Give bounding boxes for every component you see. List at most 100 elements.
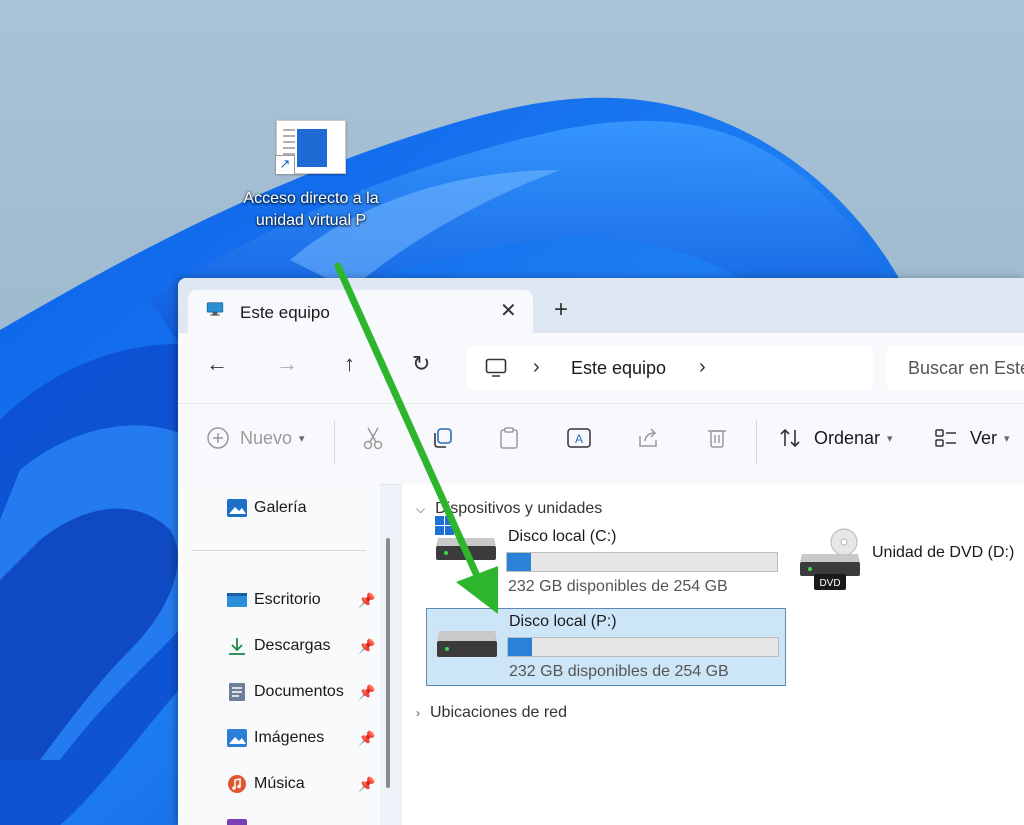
share-button[interactable] [636, 426, 660, 450]
search-placeholder: Buscar en Este equipo [908, 358, 1024, 378]
drive-free-space: 232 GB disponibles de 254 GB [509, 663, 729, 680]
sidebar-item-videos-partial[interactable] [226, 818, 254, 825]
new-button[interactable]: Nuevo ▾ [206, 426, 305, 450]
close-tab-icon[interactable]: ✕ [500, 298, 517, 323]
paste-button[interactable] [498, 426, 520, 450]
cut-button[interactable] [362, 426, 384, 450]
scissors-icon [363, 427, 383, 450]
sidebar-item-label: Documentos [254, 683, 344, 700]
copy-button[interactable] [430, 426, 454, 450]
group-header-network[interactable]: › Ubicaciones de red [416, 704, 567, 722]
drive-usage-fill [507, 553, 532, 571]
pin-icon[interactable]: 📌 [358, 730, 375, 747]
forward-button[interactable]: → [276, 351, 298, 377]
search-box[interactable]: Buscar en Este equipo [886, 346, 1024, 390]
breadcrumb-chevron-icon[interactable]: › [699, 356, 706, 379]
sort-button-label: Ordenar [814, 427, 881, 448]
command-bar: Nuevo ▾ A Ordenar ▾ Ver ▾ [178, 403, 1024, 485]
breadcrumb-este-equipo[interactable]: Este equipo [571, 358, 666, 379]
sidebar-item-galeria[interactable]: Galería [226, 498, 306, 518]
drive-free-space: 232 GB disponibles de 254 GB [508, 578, 728, 595]
chevron-down-icon: ▾ [1004, 432, 1010, 445]
tab-bar: Este equipo ✕ + [178, 278, 1024, 334]
download-icon [229, 638, 245, 655]
clipboard-icon [500, 427, 518, 449]
dvd-badge: DVD [819, 578, 840, 589]
drive-name: Unidad de DVD (D:) [872, 544, 1015, 561]
refresh-button[interactable]: ↻ [412, 351, 430, 377]
monitor-icon [485, 358, 507, 377]
up-button[interactable]: ↑ [344, 351, 355, 377]
address-bar[interactable]: › Este equipo › [467, 346, 873, 390]
share-icon [639, 428, 657, 447]
sidebar-item-documentos[interactable]: Documentos [226, 682, 344, 702]
sort-icon [780, 428, 800, 448]
drive-p[interactable]: Disco local (P:) 232 GB disponibles de 2… [426, 608, 786, 686]
chevron-down-icon: ▾ [299, 432, 305, 445]
drive-usage-fill [508, 638, 533, 656]
tab-este-equipo[interactable]: Este equipo ✕ [188, 290, 533, 334]
breadcrumb-chevron-icon[interactable]: › [533, 356, 540, 379]
delete-button[interactable] [706, 426, 728, 450]
virtual-drive-shortcut[interactable]: ↗ Acceso directo a la unidad virtual P [236, 120, 386, 232]
documents-icon [229, 683, 245, 701]
gallery-icon [227, 499, 247, 517]
new-button-label: Nuevo [240, 427, 293, 448]
shortcut-arrow-icon: ↗ [275, 155, 295, 175]
dvd-drive-icon: DVD [800, 528, 860, 590]
copy-icon [434, 428, 452, 448]
content-pane: ⌵ Dispositivos y unidades Disco local (C… [402, 484, 1024, 825]
this-pc-icon [206, 302, 224, 316]
chevron-down-icon: ⌵ [416, 501, 426, 516]
sidebar-item-imagenes[interactable]: Imágenes [226, 728, 324, 748]
desktop-icon [227, 593, 247, 607]
pin-icon[interactable]: 📌 [358, 592, 375, 609]
pin-icon[interactable]: 📌 [358, 684, 375, 701]
hard-drive-icon [437, 631, 497, 657]
plus-circle-icon [207, 427, 229, 449]
toolbar-divider [334, 420, 335, 464]
pin-icon[interactable]: 📌 [358, 638, 375, 655]
view-button[interactable]: Ver ▾ [934, 426, 1010, 450]
navigation-pane: Galería Escritorio 📌 Descargas 📌 Documen… [178, 484, 380, 825]
view-button-label: Ver [970, 427, 998, 448]
drive-usage-bar [506, 552, 778, 572]
shortcut-thumbnail-icon: ↗ [275, 120, 346, 175]
sidebar-item-label: Escritorio [254, 591, 321, 608]
drive-name: Disco local (C:) [508, 528, 617, 545]
new-tab-button[interactable]: + [554, 296, 568, 324]
music-icon [228, 775, 246, 793]
rename-icon: A [567, 428, 591, 448]
chevron-right-icon: › [416, 706, 420, 720]
drive-usage-bar [507, 637, 779, 657]
sidebar-item-label: Descargas [254, 637, 331, 654]
sidebar-item-label: Galería [254, 499, 307, 516]
sidebar-item-label: Música [254, 775, 305, 792]
group-header-label: Ubicaciones de red [430, 704, 567, 721]
sidebar-item-label: Imágenes [254, 729, 325, 746]
sidebar-item-descargas[interactable]: Descargas [226, 636, 330, 656]
pin-icon[interactable]: 📌 [358, 776, 375, 793]
pictures-icon [227, 729, 247, 747]
sidebar-item-escritorio[interactable]: Escritorio [226, 590, 321, 610]
toolbar-divider [756, 420, 757, 464]
drive-name: Disco local (P:) [509, 613, 617, 630]
rename-button[interactable]: A [566, 426, 592, 450]
chevron-down-icon: ▾ [887, 432, 893, 445]
drive-dvd[interactable]: DVD Unidad de DVD (D:) [798, 528, 1014, 599]
file-explorer-window: Este equipo ✕ + ← → ↑ ↻ › Este equipo › … [178, 278, 1024, 825]
trash-icon [708, 430, 726, 448]
navigation-scrollbar[interactable] [386, 538, 390, 788]
view-icon [935, 429, 956, 447]
svg-text:A: A [575, 432, 583, 446]
drive-c[interactable]: Disco local (C:) 232 GB disponibles de 2… [426, 516, 784, 600]
tab-title: Este equipo [240, 303, 330, 322]
videos-icon [227, 819, 247, 825]
sort-button[interactable]: Ordenar ▾ [778, 426, 893, 450]
sidebar-divider [192, 550, 366, 551]
shortcut-label: Acceso directo a la unidad virtual P [243, 190, 379, 229]
navigation-bar: ← → ↑ ↻ › Este equipo › Buscar en Este e… [178, 333, 1024, 403]
sidebar-item-musica[interactable]: Música [226, 774, 305, 794]
back-button[interactable]: ← [206, 351, 228, 377]
windows-drive-icon [435, 516, 496, 560]
